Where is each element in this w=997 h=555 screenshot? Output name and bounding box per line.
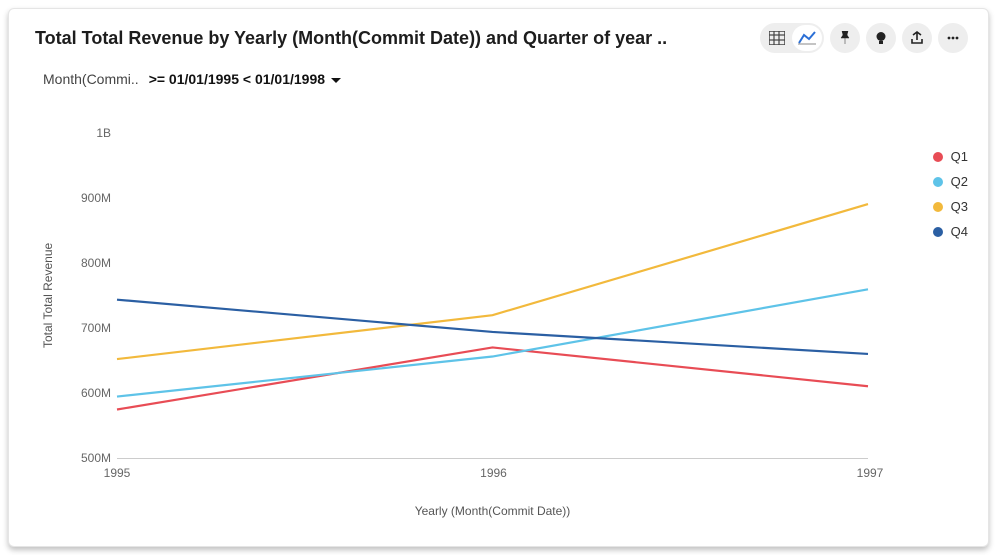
chart-title: Total Total Revenue by Yearly (Month(Com…	[35, 28, 667, 49]
table-icon	[769, 31, 785, 45]
filter-value-text: >= 01/01/1995 < 01/01/1998	[149, 71, 325, 87]
line-series-svg	[117, 133, 868, 456]
filter-row: Month(Commi.. >= 01/01/1995 < 01/01/1998	[9, 53, 988, 87]
more-button[interactable]	[938, 23, 968, 53]
view-toggle	[760, 23, 824, 53]
y-tick: 1B	[35, 126, 111, 140]
x-tick: 1995	[104, 466, 131, 480]
x-axis-label: Yearly (Month(Commit Date))	[117, 504, 868, 518]
legend-label: Q2	[951, 174, 968, 189]
y-tick: 900M	[35, 191, 111, 205]
y-tick: 500M	[35, 451, 111, 465]
toolbar	[760, 23, 968, 53]
legend-item-Q4[interactable]: Q4	[933, 224, 968, 239]
series-Q3[interactable]	[117, 204, 868, 359]
x-tick: 1997	[857, 466, 884, 480]
legend-item-Q2[interactable]: Q2	[933, 174, 968, 189]
pin-icon	[838, 31, 852, 45]
more-icon	[946, 31, 960, 45]
legend-dot-icon	[933, 202, 943, 212]
legend-label: Q3	[951, 199, 968, 214]
chart-card: Total Total Revenue by Yearly (Month(Com…	[8, 8, 989, 547]
insight-button[interactable]	[866, 23, 896, 53]
legend-dot-icon	[933, 177, 943, 187]
legend-item-Q3[interactable]: Q3	[933, 199, 968, 214]
pin-button[interactable]	[830, 23, 860, 53]
plot-region	[117, 133, 868, 456]
legend-dot-icon	[933, 227, 943, 237]
legend: Q1 Q2 Q3 Q4	[933, 149, 968, 239]
chart-area: Total Total Revenue 500M600M700M800M900M…	[35, 119, 968, 526]
chart-view-toggle[interactable]	[792, 25, 822, 51]
filter-value[interactable]: >= 01/01/1995 < 01/01/1998	[149, 71, 341, 87]
chevron-down-icon	[331, 71, 341, 87]
series-Q2[interactable]	[117, 289, 868, 396]
share-button[interactable]	[902, 23, 932, 53]
card-header: Total Total Revenue by Yearly (Month(Com…	[9, 9, 988, 53]
table-view-toggle[interactable]	[762, 25, 792, 51]
y-tick: 600M	[35, 386, 111, 400]
x-tick: 1996	[480, 466, 507, 480]
legend-dot-icon	[933, 152, 943, 162]
filter-field-label: Month(Commi..	[43, 71, 139, 87]
legend-label: Q4	[951, 224, 968, 239]
legend-label: Q1	[951, 149, 968, 164]
share-icon	[910, 31, 924, 45]
y-tick: 800M	[35, 256, 111, 270]
y-tick: 700M	[35, 321, 111, 335]
legend-item-Q1[interactable]: Q1	[933, 149, 968, 164]
x-axis-baseline	[117, 458, 868, 459]
bulb-icon	[874, 31, 888, 45]
line-chart-icon	[798, 31, 816, 45]
